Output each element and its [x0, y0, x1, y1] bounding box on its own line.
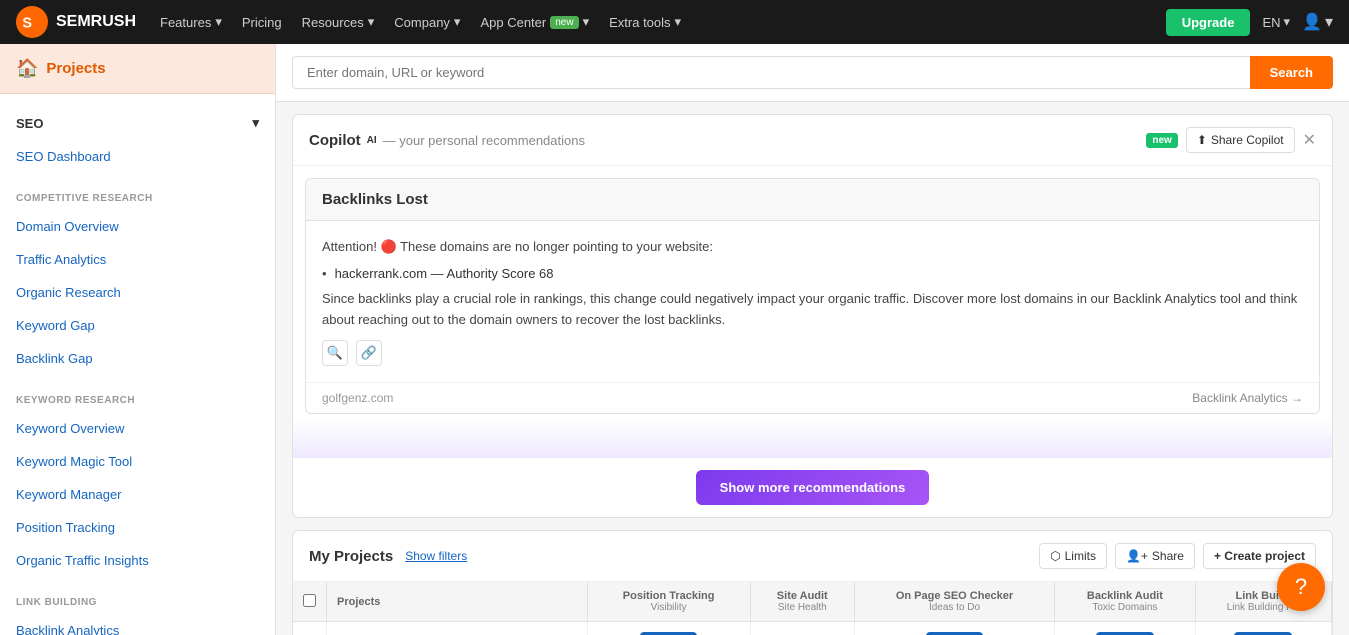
sidebar-item-domain-overview[interactable]: Domain Overview	[0, 210, 275, 243]
sidebar-seo-label: SEO	[16, 116, 43, 131]
main-content: Search CopilotAI — your personal recomme…	[276, 44, 1349, 635]
row-backlink-audit: Set up	[1055, 622, 1195, 635]
sidebar-item-organic-research[interactable]: Organic Research	[0, 276, 275, 309]
show-filters-button[interactable]: Show filters	[405, 549, 467, 563]
sidebar-seo-category[interactable]: SEO ▾	[0, 106, 275, 140]
sidebar: 🏠 Projects SEO ▾ SEO Dashboard COMPETITI…	[0, 44, 276, 635]
sidebar-keyword-section: KEYWORD RESEARCH Keyword Overview Keywor…	[0, 379, 275, 581]
copilot-header: CopilotAI — your personal recommendation…	[293, 115, 1332, 166]
th-checkbox	[293, 582, 327, 622]
sidebar-item-keyword-manager[interactable]: Keyword Manager	[0, 478, 275, 511]
row-link-building: Set up	[1195, 622, 1331, 635]
projects-title: My Projects Show filters	[309, 548, 467, 565]
row-position-tracking: Set up	[587, 622, 750, 635]
sidebar-seo-section: SEO ▾ SEO Dashboard	[0, 94, 275, 177]
share-project-icon: 👤+	[1126, 549, 1148, 563]
sidebar-item-keyword-gap[interactable]: Keyword Gap	[0, 309, 275, 342]
rec-actions: 🔍 🔗	[322, 340, 1303, 366]
close-copilot-button[interactable]: ✕	[1303, 130, 1316, 150]
main-layout: 🏠 Projects SEO ▾ SEO Dashboard COMPETITI…	[0, 0, 1349, 635]
user-menu[interactable]: 👤 ▾	[1302, 12, 1333, 32]
top-navigation: S SEMRUSH Features ▾ Pricing Resources ▾…	[0, 0, 1349, 44]
rec-bullet-item: • hackerrank.com — Authority Score 68	[322, 266, 1303, 281]
app-center-badge: new	[550, 16, 578, 29]
copilot-card: CopilotAI — your personal recommendation…	[292, 114, 1333, 518]
search-input[interactable]	[292, 56, 1250, 89]
th-site-audit: Site Audit Site Health	[750, 582, 854, 622]
row-checkbox	[293, 622, 327, 635]
limits-icon: ⬡	[1050, 549, 1060, 563]
home-icon: 🏠	[16, 58, 38, 79]
rec-bullet-text: hackerrank.com — Authority Score 68	[335, 266, 554, 281]
nav-features[interactable]: Features ▾	[160, 14, 222, 30]
rec-domain: golfgenz.com	[322, 391, 393, 405]
projects-table: Projects Position Tracking Visibility Si…	[293, 582, 1332, 635]
rec-attention-text: Attention! 🔴 These domains are no longer…	[322, 237, 1303, 258]
rec-card-footer: golfgenz.com Backlink Analytics →	[306, 382, 1319, 413]
rec-search-icon-btn[interactable]: 🔍	[322, 340, 348, 366]
show-more-recommendations-button[interactable]: Show more recommendations	[696, 470, 930, 505]
share-icon: ⬆	[1197, 133, 1207, 147]
sidebar-link-building-section: LINK BUILDING Backlink Analytics	[0, 581, 275, 635]
bullet-icon: •	[322, 266, 327, 281]
sidebar-item-backlink-analytics[interactable]: Backlink Analytics	[0, 614, 275, 635]
sidebar-projects-header[interactable]: 🏠 Projects	[0, 44, 275, 94]
sidebar-competitive-label: COMPETITIVE RESEARCH	[0, 189, 275, 210]
rec-body-text: Since backlinks play a crucial role in r…	[322, 289, 1303, 331]
gradient-overlay	[293, 418, 1332, 458]
logo[interactable]: S SEMRUSH	[16, 6, 136, 38]
nav-resources[interactable]: Resources ▾	[302, 14, 375, 30]
table-row: golfgenz.com ☆ Set up ⚠ 84% Set up	[293, 622, 1332, 635]
row-domain: golfgenz.com ☆	[327, 622, 588, 635]
svg-text:S: S	[22, 16, 32, 32]
upgrade-button[interactable]: Upgrade	[1166, 9, 1251, 36]
nav-right: Upgrade EN ▾ 👤 ▾	[1166, 9, 1333, 36]
sidebar-keyword-label: KEYWORD RESEARCH	[0, 391, 275, 412]
sidebar-competitive-section: COMPETITIVE RESEARCH Domain Overview Tra…	[0, 177, 275, 379]
help-bubble[interactable]: ?	[1277, 563, 1325, 611]
sidebar-link-building-label: LINK BUILDING	[0, 593, 275, 614]
rec-link-icon-btn[interactable]: 🔗	[356, 340, 382, 366]
th-position-tracking: Position Tracking Visibility	[587, 582, 750, 622]
share-copilot-button[interactable]: ⬆ Share Copilot	[1186, 127, 1295, 153]
sidebar-item-seo-dashboard[interactable]: SEO Dashboard	[0, 140, 275, 173]
language-selector[interactable]: EN ▾	[1262, 14, 1290, 30]
nav-extra-tools[interactable]: Extra tools ▾	[609, 14, 681, 30]
row-on-page-seo: Set up	[854, 622, 1054, 635]
sidebar-item-backlink-gap[interactable]: Backlink Gap	[0, 342, 275, 375]
nav-app-center[interactable]: App Center new ▾	[480, 14, 589, 30]
rec-backlink-analytics-link[interactable]: Backlink Analytics →	[1192, 391, 1303, 405]
sidebar-item-position-tracking[interactable]: Position Tracking	[0, 511, 275, 544]
sidebar-item-traffic-analytics[interactable]: Traffic Analytics	[0, 243, 275, 276]
limits-button[interactable]: ⬡ Limits	[1039, 543, 1107, 569]
copilot-header-right: new ⬆ Share Copilot ✕	[1146, 127, 1316, 153]
search-button[interactable]: Search	[1250, 56, 1333, 89]
chevron-down-icon: ▾	[252, 115, 259, 131]
rec-card-header: Backlinks Lost	[306, 179, 1319, 221]
recommendation-card: Backlinks Lost Attention! 🔴 These domain…	[305, 178, 1320, 414]
th-on-page-seo: On Page SEO Checker Ideas to Do	[854, 582, 1054, 622]
sidebar-item-keyword-overview[interactable]: Keyword Overview	[0, 412, 275, 445]
select-all-checkbox[interactable]	[303, 594, 316, 607]
projects-actions: ⬡ Limits 👤+ Share + Create project	[1039, 543, 1316, 569]
sidebar-item-organic-traffic-insights[interactable]: Organic Traffic Insights	[0, 544, 275, 577]
rec-card-title: Backlinks Lost	[322, 191, 1303, 208]
copilot-new-badge: new	[1146, 133, 1177, 148]
sidebar-item-keyword-magic-tool[interactable]: Keyword Magic Tool	[0, 445, 275, 478]
copilot-subtitle: — your personal recommendations	[383, 133, 585, 148]
nav-pricing[interactable]: Pricing	[242, 15, 282, 30]
search-bar: Search	[276, 44, 1349, 102]
row-site-audit: ⚠ 84%	[750, 622, 854, 635]
th-projects: Projects	[327, 582, 588, 622]
sidebar-projects-title: Projects	[46, 60, 105, 77]
nav-links: Features ▾ Pricing Resources ▾ Company ▾…	[160, 14, 1142, 30]
copilot-ai-superscript: AI	[367, 135, 377, 146]
rec-card-body: Attention! 🔴 These domains are no longer…	[306, 221, 1319, 382]
projects-header: My Projects Show filters ⬡ Limits 👤+ Sha…	[293, 531, 1332, 582]
th-backlink-audit: Backlink Audit Toxic Domains	[1055, 582, 1195, 622]
my-projects-section: My Projects Show filters ⬡ Limits 👤+ Sha…	[292, 530, 1333, 635]
nav-company[interactable]: Company ▾	[394, 14, 460, 30]
copilot-title: CopilotAI — your personal recommendation…	[309, 132, 585, 149]
share-project-button[interactable]: 👤+ Share	[1115, 543, 1195, 569]
